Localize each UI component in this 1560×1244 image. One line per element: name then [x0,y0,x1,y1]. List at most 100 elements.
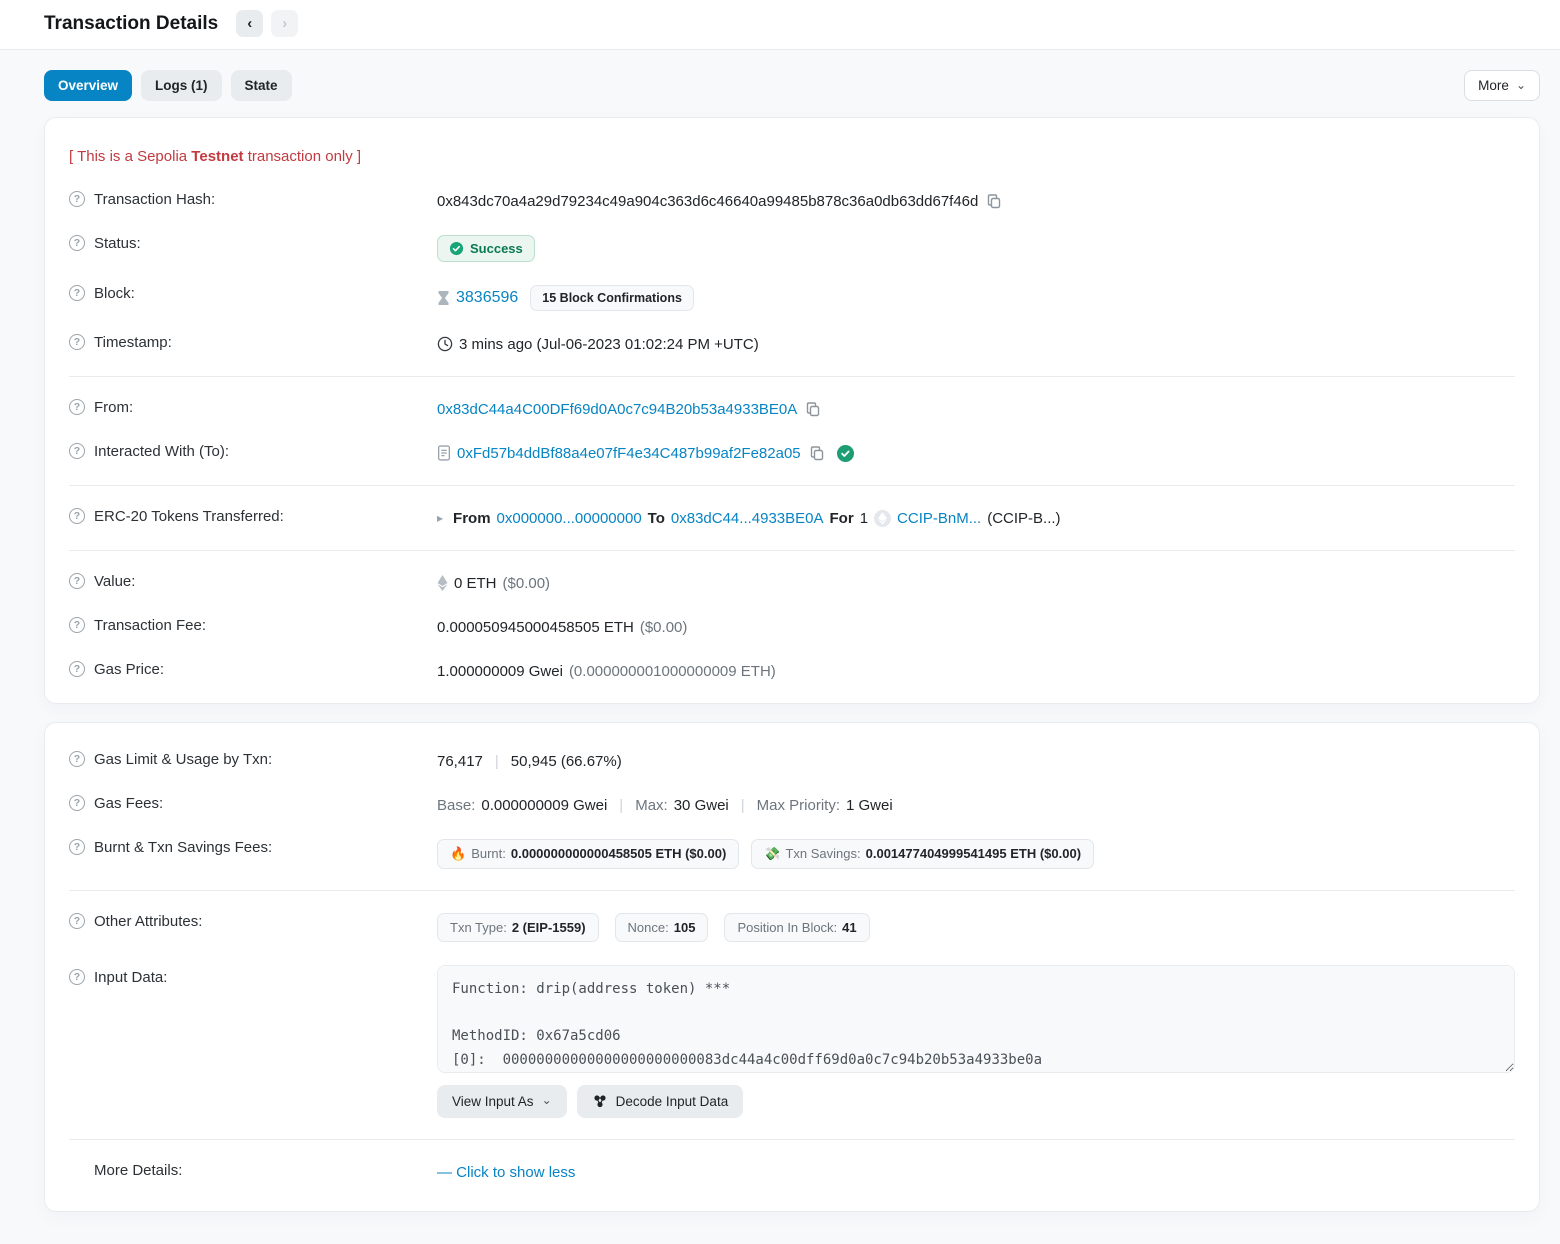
eth-icon [437,575,448,591]
warning-bold: Testnet [191,148,243,165]
help-icon[interactable]: ? [69,334,85,350]
show-less-link[interactable]: — Click to show less [437,1164,575,1181]
chevron-down-icon: ⌄ [542,1094,552,1106]
timestamp-value: 3 mins ago (Jul-06-2023 01:02:24 PM +UTC… [459,336,759,353]
hourglass-icon [437,290,450,306]
row-gas-fees: ? Gas Fees: Base: 0.000000009 Gwei | Max:… [69,783,1515,827]
erc20-transfers-label: ERC-20 Tokens Transferred: [94,508,284,525]
row-from: ? From: 0x83dC44a4C00DFf69d0A0c7c94B20b53… [69,387,1515,431]
burnt-badge: 🔥 Burnt: 0.000000000000458505 ETH ($0.00… [437,839,739,869]
flame-icon: 🔥 [450,846,466,862]
block-number-link[interactable]: 3836596 [456,289,518,307]
burnt-value: 0.000000000000458505 ETH ($0.00) [511,846,726,861]
decode-input-data-button[interactable]: Decode Input Data [577,1085,744,1118]
help-icon[interactable]: ? [69,285,85,301]
max-fee-label: Max: [635,797,668,814]
transaction-hash-value: 0x843dc70a4a29d79234c49a904c363d6c46640a… [437,193,978,210]
page-header: Transaction Details ‹ › [0,0,1560,50]
overview-card: [ This is a Sepolia Testnet transaction … [44,117,1540,704]
nonce-badge: Nonce: 105 [615,913,709,942]
tab-logs[interactable]: Logs (1) [141,70,222,101]
row-timestamp: ?Timestamp: 3 mins ago (Jul-06-2023 01:0… [69,322,1515,366]
row-transaction-fee: ? Transaction Fee: 0.000050945000458505 E… [69,605,1515,649]
help-icon[interactable]: ? [69,969,85,985]
input-data-textarea[interactable]: Function: drip(address token) *** Method… [437,965,1515,1073]
burnt-label: Burnt: [471,846,506,861]
section-divider [69,890,1515,891]
pipe-separator: | [489,753,505,770]
warning-suffix: transaction only ] [244,148,362,165]
txn-savings-value: 0.001477404999541495 ETH ($0.00) [866,846,1081,861]
gas-price-eth: (0.000000001000000009 ETH) [569,663,776,680]
status-label: Status: [94,235,141,252]
to-address-link[interactable]: 0xFd57b4ddBf88a4e07fF4e34C487b99af2Fe82a… [457,445,801,462]
help-icon[interactable]: ? [69,399,85,415]
section-divider [69,485,1515,486]
erc20-token-symbol: (CCIP-B...) [987,510,1060,527]
help-icon[interactable]: ? [69,235,85,251]
gas-used-value: 50,945 (66.67%) [511,753,622,770]
next-transaction-button[interactable]: › [271,10,298,37]
erc20-from-address-link[interactable]: 0x000000...00000000 [497,510,642,527]
section-divider [69,376,1515,377]
help-icon[interactable]: ? [69,795,85,811]
section-divider [69,550,1515,551]
transaction-fee-amount: 0.000050945000458505 ETH [437,619,634,636]
position-in-block-label: Position In Block: [737,920,837,935]
base-fee-value: 0.000000009 Gwei [481,797,607,814]
erc20-for-label: For [830,510,854,527]
help-icon[interactable]: ? [69,443,85,459]
more-button-label: More [1478,78,1509,93]
erc20-to-label: To [648,510,665,527]
interacted-with-label: Interacted With (To): [94,443,229,460]
from-label: From: [94,399,133,416]
copy-from-button[interactable] [803,401,823,417]
tab-state[interactable]: State [231,70,292,101]
tab-overview[interactable]: Overview [44,70,132,101]
gas-price-label: Gas Price: [94,661,164,678]
pipe-separator: | [613,797,629,814]
help-icon[interactable]: ? [69,839,85,855]
help-icon[interactable]: ? [69,617,85,633]
row-status: ?Status: Success [69,223,1515,273]
copy-icon [986,193,1002,209]
help-icon[interactable]: ? [69,508,85,524]
tab-bar: Overview Logs (1) State More ⌄ [44,70,1540,101]
chevron-down-icon: ⌄ [1516,79,1526,91]
details-card: ?Gas Limit & Usage by Txn: 76,417 | 50,9… [44,722,1540,1212]
nonce-label: Nonce: [628,920,669,935]
txn-savings-badge: 💸 Txn Savings: 0.001477404999541495 ETH … [751,839,1094,869]
row-gas-limit-usage: ?Gas Limit & Usage by Txn: 76,417 | 50,9… [69,739,1515,783]
row-input-data: ?Input Data: Function: drip(address toke… [69,953,1515,1129]
testnet-warning: [ This is a Sepolia Testnet transaction … [69,128,1515,179]
txn-type-label: Txn Type: [450,920,507,935]
copy-hash-button[interactable] [984,193,1004,209]
base-fee-label: Base: [437,797,475,814]
from-address-link[interactable]: 0x83dC44a4C00DFf69d0A0c7c94B20b53a4933BE… [437,401,797,418]
decode-icon [592,1094,608,1109]
help-icon[interactable]: ? [69,913,85,929]
help-icon[interactable]: ? [69,573,85,589]
money-wings-icon: 💸 [764,846,780,862]
erc20-token-link[interactable]: CCIP-BnM... [897,510,981,527]
row-interacted-with: ? Interacted With (To): 0xFd57b4ddBf88a4e… [69,431,1515,475]
help-icon[interactable]: ? [69,661,85,677]
gas-price-amount: 1.000000009 Gwei [437,663,563,680]
caret-right-icon[interactable]: ▸ [437,511,443,525]
previous-transaction-button[interactable]: ‹ [236,10,263,37]
burnt-savings-label: Burnt & Txn Savings Fees: [94,839,272,856]
view-input-as-button[interactable]: View Input As ⌄ [437,1085,567,1118]
tx-nav: ‹ › [236,10,298,37]
transaction-fee-label: Transaction Fee: [94,617,206,634]
help-icon[interactable]: ? [69,751,85,767]
copy-to-button[interactable] [807,445,827,461]
value-label: Value: [94,573,135,590]
chevron-left-icon: ‹ [247,16,252,31]
gas-fees-label: Gas Fees: [94,795,163,812]
more-button[interactable]: More ⌄ [1464,70,1540,101]
help-icon[interactable]: ? [69,191,85,207]
row-value: ?Value: 0 ETH ($0.00) [69,561,1515,605]
chevron-right-icon: › [282,16,287,31]
erc20-amount: 1 [860,510,868,527]
erc20-to-address-link[interactable]: 0x83dC44...4933BE0A [671,510,824,527]
